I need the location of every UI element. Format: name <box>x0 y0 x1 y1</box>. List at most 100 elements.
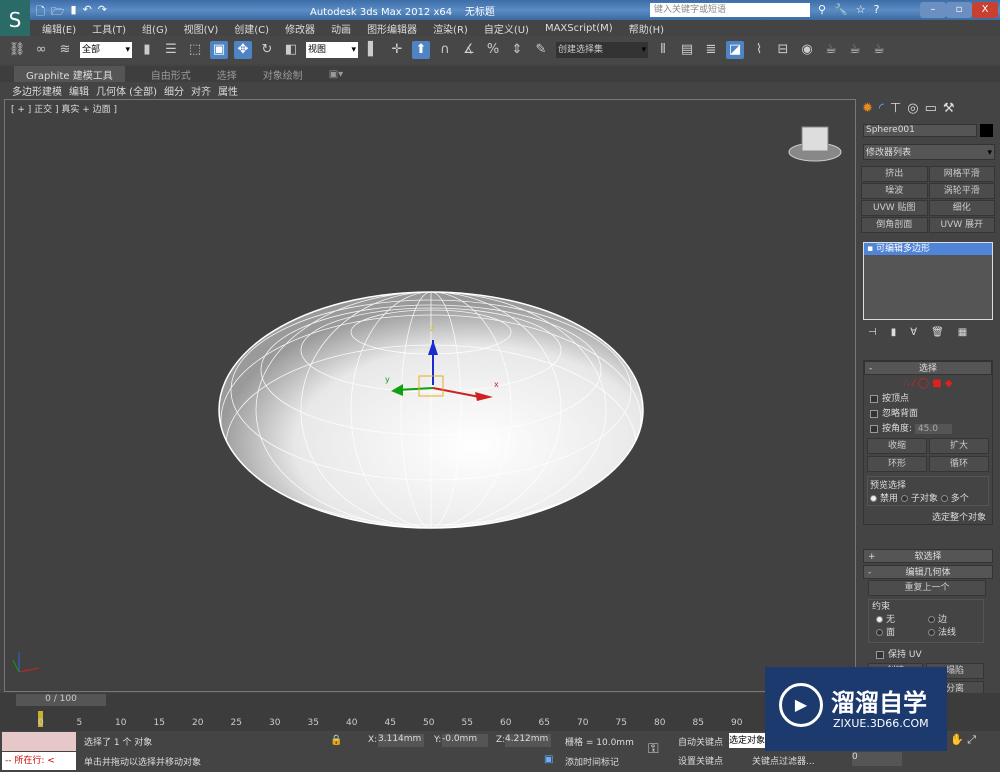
pivot-icon[interactable]: ▌ <box>364 41 382 59</box>
wrench-icon[interactable]: 🔧 <box>834 3 848 16</box>
y-coordinate-field[interactable]: -0.0mm <box>442 734 488 747</box>
menu-graph-editors[interactable]: 图形编辑器 <box>367 21 417 36</box>
soft-selection-rollout[interactable]: + 软选择 <box>863 549 993 563</box>
object-name-field[interactable]: Sphere001 <box>863 124 977 137</box>
repeat-last-button[interactable]: 重复上一个 <box>868 580 986 596</box>
menu-edit[interactable]: 编辑(E) <box>42 21 76 36</box>
remove-modifier-icon[interactable]: 🗑 <box>931 327 944 338</box>
x-coordinate-field[interactable]: 3.114mm <box>378 734 424 747</box>
close-button[interactable]: X <box>972 2 998 18</box>
modifier-button[interactable]: 挤出 <box>861 166 928 182</box>
material-editor-icon[interactable]: ◉ <box>798 41 816 59</box>
ring-button[interactable]: 环形 <box>867 456 927 472</box>
schematic-icon[interactable]: ⊟ <box>774 41 792 59</box>
maximize-button[interactable]: ▫ <box>946 2 972 18</box>
by-vertex-checkbox[interactable]: 按顶点 <box>870 392 992 407</box>
rendered-frame-icon[interactable]: ☕ <box>846 41 864 59</box>
panel-edit[interactable]: 编辑 <box>69 83 89 98</box>
menu-animation[interactable]: 动画 <box>331 21 351 36</box>
modifier-button[interactable]: UVW 贴图 <box>861 200 928 216</box>
rotate-icon[interactable]: ↻ <box>258 41 276 59</box>
object-color-swatch[interactable] <box>980 124 993 137</box>
rect-selection-icon[interactable]: ⬚ <box>186 41 204 59</box>
panel-subdivision[interactable]: 细分 <box>164 83 184 98</box>
modifier-button[interactable]: 网格平滑 <box>928 166 995 182</box>
display-tab-icon[interactable]: ▭ <box>925 101 937 116</box>
mirror-icon[interactable]: ⫴ <box>654 41 672 59</box>
key-mode-dropdown[interactable]: 选定对象 <box>729 733 769 748</box>
search-input[interactable]: 键入关键字或短语 <box>650 3 810 17</box>
modifier-button[interactable]: UVW 展开 <box>928 217 995 233</box>
time-slider-thumb[interactable]: 0 / 100 <box>16 694 106 706</box>
render-setup-icon[interactable]: ☕ <box>822 41 840 59</box>
constraint-face-radio[interactable]: 面 <box>876 627 928 640</box>
manipulate-icon[interactable]: ✛ <box>388 41 406 59</box>
ignore-backfacing-checkbox[interactable]: 忽略背面 <box>870 407 992 422</box>
binoculars-icon[interactable]: ⚲ <box>818 3 826 16</box>
make-unique-icon[interactable]: ∀ <box>910 327 917 338</box>
panel-properties[interactable]: 属性 <box>218 83 238 98</box>
current-frame-field[interactable]: 0 <box>852 752 902 766</box>
maxscript-listener[interactable] <box>2 732 76 751</box>
tab-selection[interactable]: 选择 <box>217 67 237 82</box>
add-time-tag[interactable]: 添加时间标记 <box>565 755 619 768</box>
panel-poly-modeling[interactable]: 多边形建模 <box>12 83 62 98</box>
preview-disabled-radio[interactable]: 禁用 <box>870 494 898 504</box>
stack-item[interactable]: ▪ 可编辑多边形 <box>864 243 992 255</box>
script-line[interactable]: -- 所在行: < <box>2 752 76 770</box>
tab-graphite[interactable]: Graphite 建模工具 <box>14 65 125 83</box>
edit-geometry-rollout[interactable]: - 编辑几何体 <box>863 565 993 579</box>
menu-customize[interactable]: 自定义(U) <box>484 21 529 36</box>
hierarchy-tab-icon[interactable]: ⊤ <box>890 101 901 116</box>
window-crossing-icon[interactable]: ▣ <box>210 41 228 59</box>
z-coordinate-field[interactable]: 4.212mm <box>505 734 551 747</box>
angle-spinner[interactable]: 45.0 <box>914 424 952 434</box>
pin-stack-icon[interactable]: ⊣ <box>868 327 877 338</box>
snap-3d-icon[interactable]: ∩ <box>436 41 454 59</box>
named-selection-dropdown[interactable]: 创建选择集 <box>556 42 648 58</box>
loop-button[interactable]: 循环 <box>929 456 989 472</box>
app-logo-icon[interactable]: S <box>0 0 30 40</box>
align-icon[interactable]: ▤ <box>678 41 696 59</box>
set-key-button[interactable]: 设置关键点 <box>678 754 723 767</box>
tab-freeform[interactable]: 自由形式 <box>151 67 191 82</box>
curve-editor-icon[interactable]: ⌇ <box>750 41 768 59</box>
utilities-tab-icon[interactable]: ⚒ <box>943 101 955 116</box>
constraint-edge-radio[interactable]: 边 <box>928 614 980 627</box>
configure-sets-icon[interactable]: ▦ <box>958 327 967 338</box>
menu-create[interactable]: 创建(C) <box>234 21 269 36</box>
by-angle-checkbox[interactable]: 按角度: 45.0 <box>870 422 992 437</box>
viewport-nav-icons[interactable]: ✋ ⤢ <box>950 733 976 747</box>
menu-tools[interactable]: 工具(T) <box>92 21 126 36</box>
scale-icon[interactable]: ◧ <box>282 41 300 59</box>
lock-icon[interactable]: 🔒 <box>330 735 342 746</box>
constraint-normal-radio[interactable]: 法线 <box>928 627 980 640</box>
angle-snap-icon[interactable]: ∡ <box>460 41 478 59</box>
constraint-none-radio[interactable]: 无 <box>876 614 928 627</box>
modifier-button[interactable]: 倒角剖面 <box>861 217 928 233</box>
panel-geometry[interactable]: 几何体 (全部) <box>96 83 157 98</box>
selection-rollout-header[interactable]: - 选择 <box>864 361 992 375</box>
selection-filter-dropdown[interactable]: 全部 <box>80 42 132 58</box>
menu-help[interactable]: 帮助(H) <box>629 21 664 36</box>
ref-coord-dropdown[interactable]: 视图 <box>306 42 358 58</box>
modifier-list-dropdown[interactable]: 修改器列表 <box>863 144 995 161</box>
preview-multi-radio[interactable]: 多个 <box>940 494 969 504</box>
spinner-snap-icon[interactable]: ⇕ <box>508 41 526 59</box>
key-icon[interactable]: ⚿ <box>648 741 659 757</box>
link-icon[interactable]: ⛓ <box>8 41 26 59</box>
menu-views[interactable]: 视图(V) <box>184 21 219 36</box>
menu-maxscript[interactable]: MAXScript(M) <box>545 23 613 34</box>
shrink-button[interactable]: 收缩 <box>867 438 927 454</box>
preview-subobject-radio[interactable]: 子对象 <box>900 494 938 504</box>
modifier-button[interactable]: 噪波 <box>861 183 928 199</box>
unlink-icon[interactable]: ∞ <box>32 41 50 59</box>
keyboard-shortcut-icon[interactable]: ⬆ <box>412 41 430 59</box>
modify-tab-icon[interactable]: ◜ <box>879 101 884 116</box>
move-icon[interactable]: ✥ <box>234 41 252 59</box>
menu-modifiers[interactable]: 修改器 <box>285 21 315 36</box>
edit-named-sel-icon[interactable]: ✎ <box>532 41 550 59</box>
modifier-button[interactable]: 细化 <box>928 200 995 216</box>
tab-object-paint[interactable]: 对象绘制 <box>263 67 303 82</box>
bind-space-warp-icon[interactable]: ≋ <box>56 41 74 59</box>
